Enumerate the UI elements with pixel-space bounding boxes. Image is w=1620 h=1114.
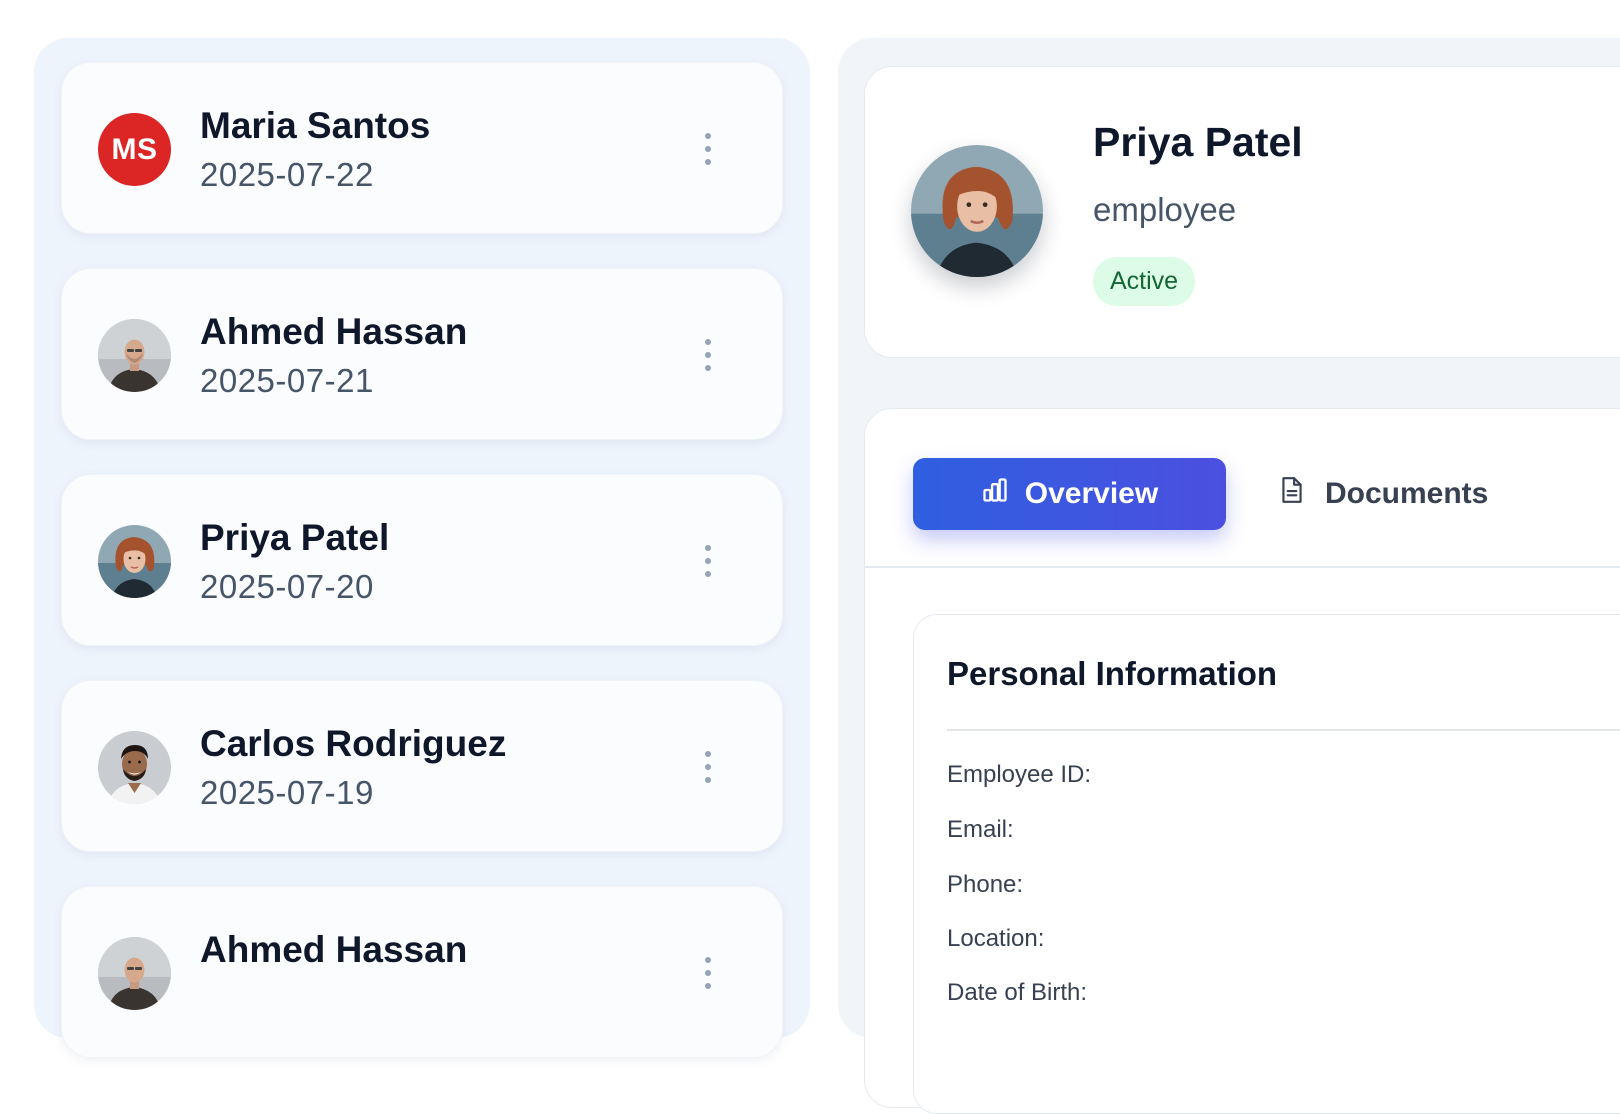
employee-card[interactable]: Ahmed Hassan: [61, 886, 783, 1058]
tabs-content-card: Overview Documents Personal Information …: [864, 408, 1620, 1114]
more-options-icon[interactable]: [698, 957, 718, 989]
employee-name: Ahmed Hassan: [200, 311, 468, 352]
field-label-employee-id: Employee ID:: [947, 761, 1092, 788]
employee-date: 2025-07-20: [200, 568, 374, 605]
profile-role: employee: [1093, 191, 1237, 228]
bar-chart-icon: [981, 476, 1009, 512]
employee-date: 2025-07-19: [200, 774, 374, 811]
field-label-email: Email:: [947, 816, 1014, 843]
employee-name: Maria Santos: [200, 105, 431, 146]
field-label-phone: Phone:: [947, 871, 1024, 898]
avatar: [98, 937, 171, 1010]
more-options-icon[interactable]: [698, 751, 718, 783]
employee-date: 2025-07-21: [200, 362, 374, 399]
employee-card[interactable]: Priya Patel 2025-07-20: [61, 474, 783, 646]
tab-label: Overview: [1024, 477, 1159, 510]
field-label-date-of-birth: Date of Birth:: [947, 979, 1088, 1006]
employee-date: 2025-07-22: [200, 156, 374, 193]
tab-documents[interactable]: Documents: [1279, 458, 1488, 530]
avatar: [98, 731, 171, 804]
avatar: MS: [98, 113, 171, 186]
avatar: [98, 525, 171, 598]
employee-name: Priya Patel: [200, 517, 390, 558]
avatar: [911, 145, 1043, 277]
field-label-location: Location:: [947, 925, 1045, 952]
employee-card[interactable]: Ahmed Hassan 2025-07-21: [61, 268, 783, 440]
employee-name: Ahmed Hassan: [200, 929, 468, 970]
status-badge: Active: [1093, 257, 1196, 306]
profile-header-card: Priya Patel employee Active: [864, 66, 1620, 358]
section-title: Personal Information: [947, 655, 1278, 692]
employee-name: Carlos Rodriguez: [200, 723, 507, 764]
personal-information-card: Personal Information Employee ID: Email:…: [913, 614, 1620, 1114]
divider: [947, 729, 1620, 731]
avatar: [98, 319, 171, 392]
document-icon: [1279, 475, 1305, 513]
divider: [865, 566, 1620, 568]
more-options-icon[interactable]: [698, 545, 718, 577]
more-options-icon[interactable]: [698, 339, 718, 371]
employee-detail-panel: Priya Patel employee Active Overview Doc…: [838, 38, 1620, 1114]
employee-list-panel: MS Maria Santos 2025-07-22 Ahmed Hassan …: [34, 38, 810, 1058]
tab-overview[interactable]: Overview: [913, 458, 1226, 530]
employee-card[interactable]: MS Maria Santos 2025-07-22: [61, 62, 783, 234]
tab-label: Documents: [1325, 477, 1489, 510]
employee-card[interactable]: Carlos Rodriguez 2025-07-19: [61, 680, 783, 852]
more-options-icon[interactable]: [698, 133, 718, 165]
profile-name: Priya Patel: [1093, 119, 1303, 165]
